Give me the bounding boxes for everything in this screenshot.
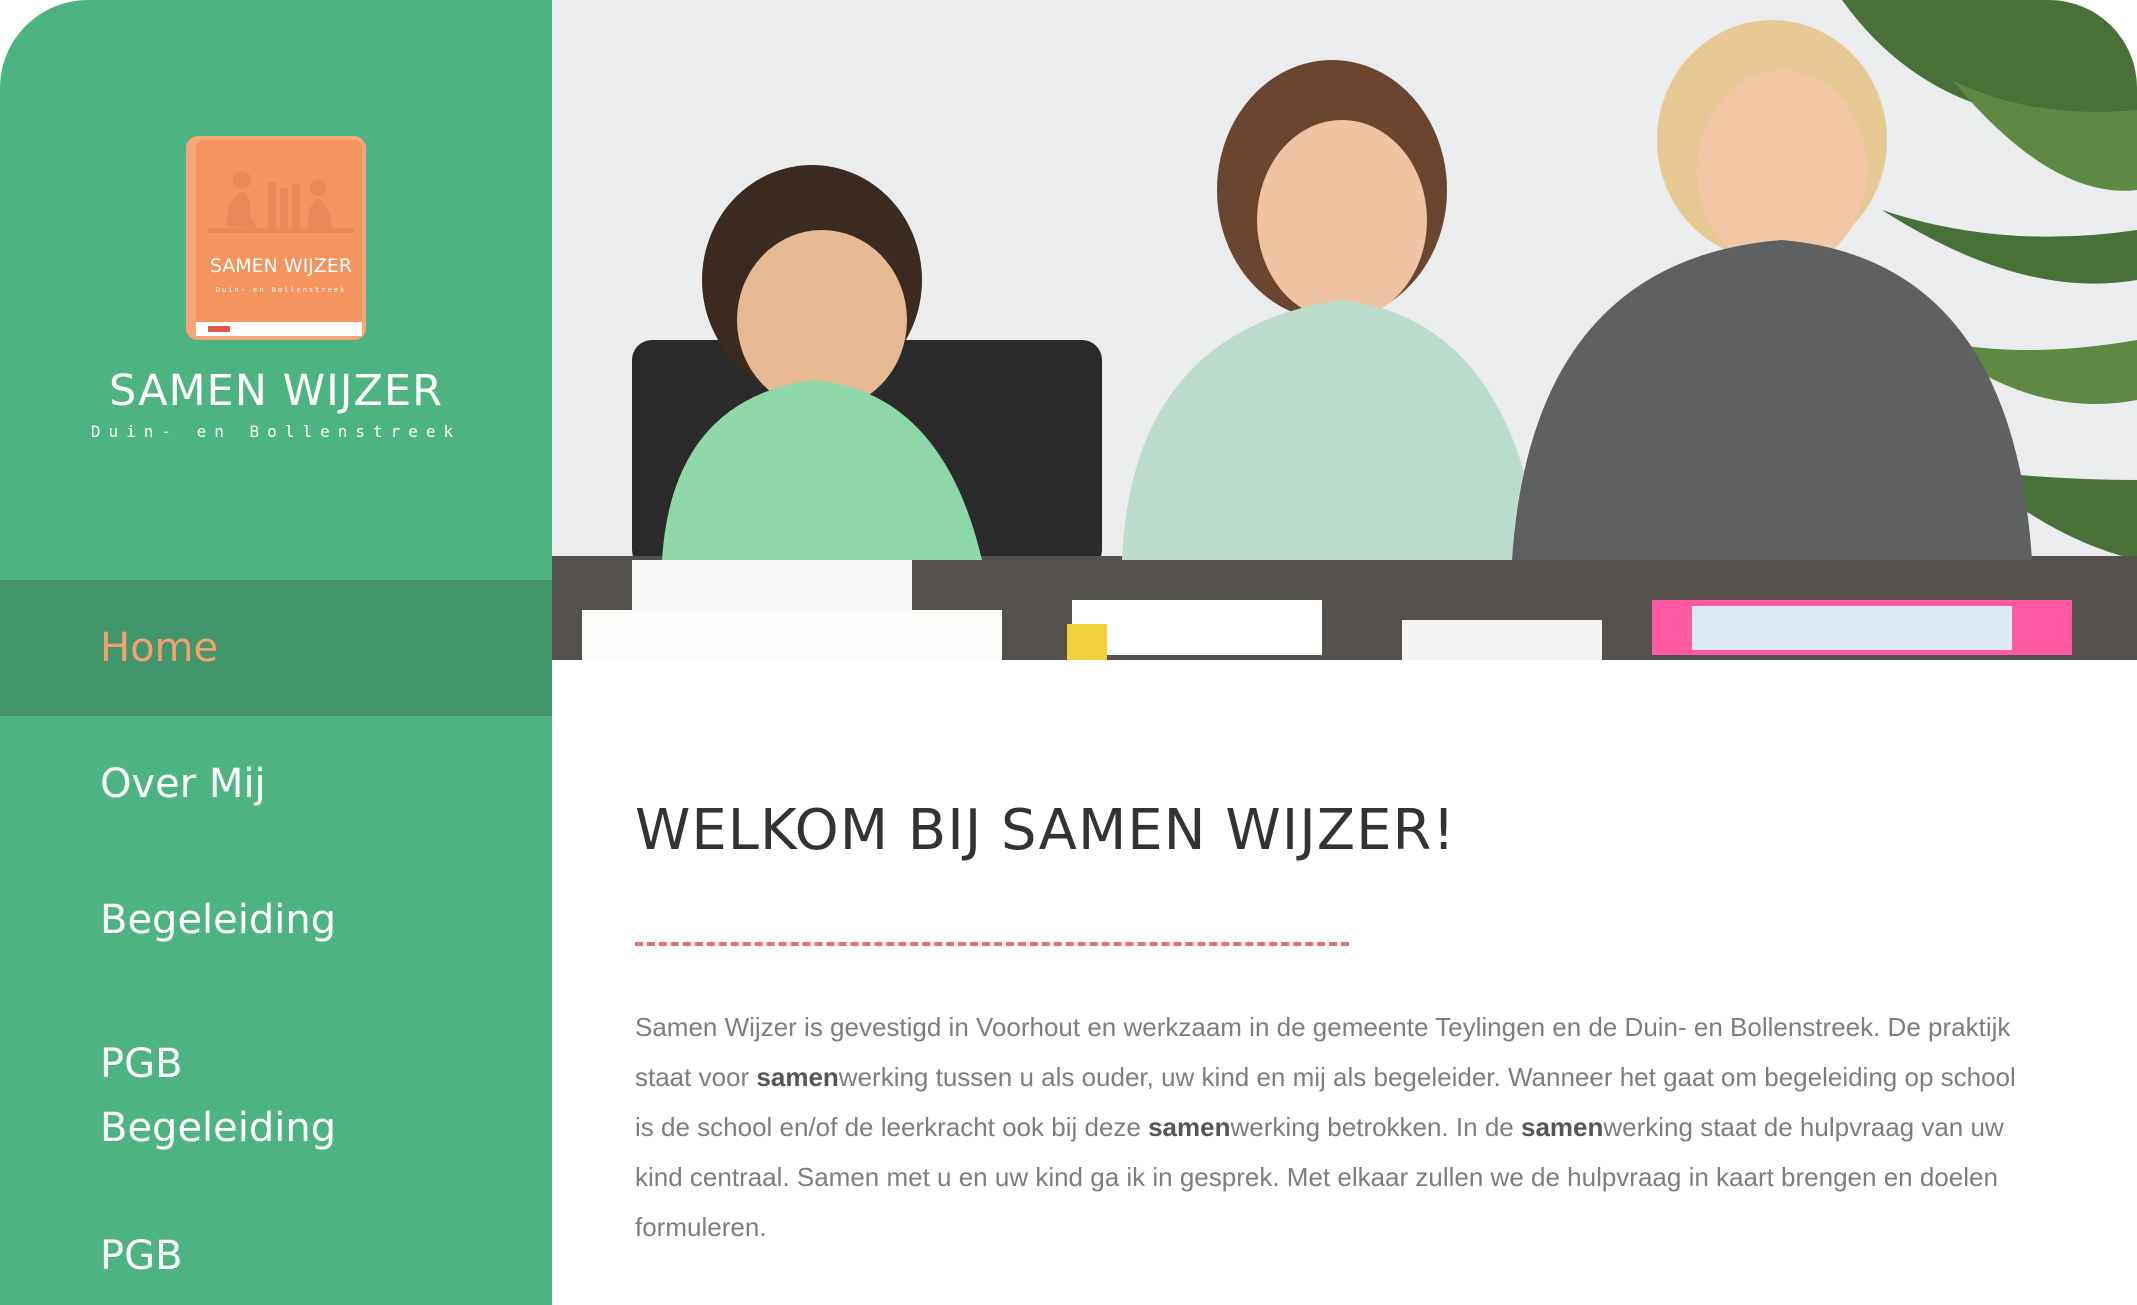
- nav-item-label-line2: Begeleiding: [100, 1105, 337, 1151]
- nav-item-begeleiding[interactable]: Begeleiding: [0, 852, 552, 988]
- nav-item-pgb-begeleiding[interactable]: PGB Begeleiding: [0, 988, 552, 1188]
- sidebar: SAMEN WIJZER Duin- en Bollenstreek SAMEN…: [0, 0, 552, 1305]
- intro-bold-1: samen: [756, 1061, 839, 1092]
- brand-subtitle: Duin- en Bollenstreek: [90, 422, 462, 441]
- nav-item-home[interactable]: Home: [0, 580, 552, 716]
- nav-item-pgb[interactable]: PGB: [0, 1188, 552, 1305]
- intro-bold-2: samen: [1148, 1111, 1231, 1142]
- page: SAMEN WIJZER Duin- en Bollenstreek SAMEN…: [0, 0, 2137, 1305]
- intro-text-3: werking betrokken. In de: [1230, 1111, 1521, 1142]
- nav-item-label-line1: PGB: [100, 1041, 183, 1087]
- main-nav: Home Over Mij Begeleiding PGB Begeleidin…: [0, 580, 552, 1305]
- logo-title: SAMEN WIJZER: [210, 255, 352, 277]
- main-content: WELKOM BIJ SAMEN WIJZER! Samen Wijzer is…: [635, 800, 2035, 1278]
- dashed-divider: [635, 941, 1349, 946]
- intro-bold-3: samen: [1520, 1111, 1604, 1142]
- nav-item-over-mij[interactable]: Over Mij: [0, 716, 552, 852]
- book-logo-icon[interactable]: SAMEN WIJZER Duin- en Bollenstreek: [186, 136, 366, 344]
- logo-subtitle: Duin- en Bollenstreek: [216, 286, 347, 294]
- hero-image: [552, 0, 2137, 660]
- brand-title[interactable]: SAMEN WIJZER: [0, 366, 552, 416]
- intro-paragraph: Samen Wijzer is gevestigd in Voorhout en…: [635, 1002, 2035, 1252]
- page-title: WELKOM BIJ SAMEN WIJZER!: [635, 798, 1456, 863]
